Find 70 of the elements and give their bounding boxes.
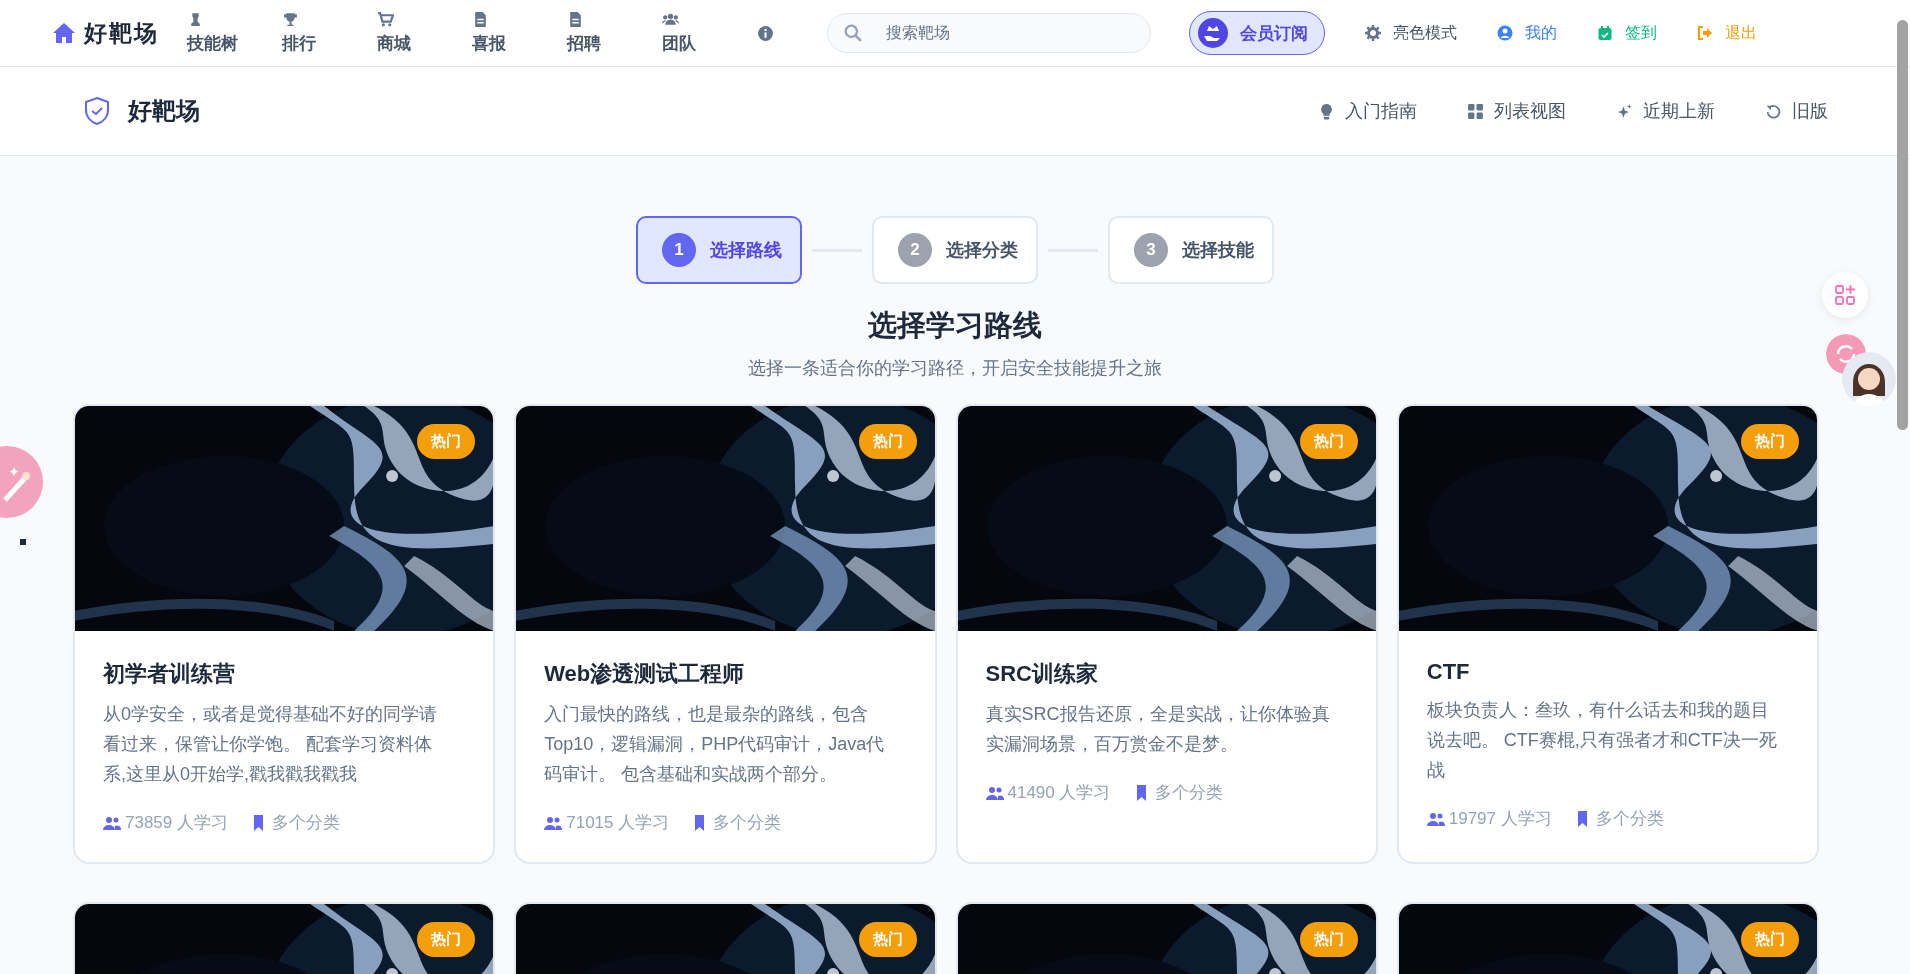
lightbulb-icon — [1318, 102, 1335, 120]
card-description: 从0学安全，或者是觉得基础不好的同学请看过来，保管让你学饱。 配套学习资料体系,这里从0开始学,戳我戳我戳我 — [103, 703, 438, 786]
logout-icon — [1697, 25, 1713, 41]
card-title: SRC训练家 — [985, 660, 1099, 688]
search-field[interactable]: 搜索靶场 — [827, 13, 1151, 53]
nav-item[interactable]: 技能树 — [187, 11, 282, 55]
route-card[interactable]: 热门 SRC训练家 真实SRC报告还原，全是实战，让你体验真实漏洞场景，百万赏金不是梦。 41490 人学习 多个分类 — [955, 404, 1378, 864]
step-number: 3 — [1134, 233, 1168, 267]
header-link[interactable]: 近期上新 — [1616, 99, 1715, 123]
step-number: 1 — [662, 233, 696, 267]
learner-count: 71015 人学习 — [566, 812, 670, 834]
category-label: 多个分类 — [1154, 782, 1223, 804]
shield-icon — [82, 96, 112, 126]
category-label: 多个分类 — [272, 812, 340, 834]
refresh-icon — [1765, 102, 1782, 120]
category-label: 多个分类 — [713, 812, 782, 834]
info-icon — [757, 24, 774, 42]
nav-item[interactable]: 招聘 — [567, 11, 662, 55]
learner-count: 19797 人学习 — [1448, 808, 1552, 830]
user-icon — [1497, 25, 1513, 41]
nav-item[interactable]: 排行 — [282, 11, 377, 55]
trophy-icon — [282, 11, 299, 28]
cart-icon — [377, 11, 394, 28]
nav-item[interactable]: 喜报 — [472, 11, 567, 55]
learner-count: 73859 人学习 — [125, 812, 228, 834]
document-icon — [472, 11, 489, 28]
apps-button[interactable] — [1822, 272, 1868, 318]
users-icon — [544, 814, 563, 831]
route-card[interactable]: 热门 初学者训练营 从0学安全，或者是觉得基础不好的同学请看过来，保管让你学饱。 配套学习资料体系,这里从0开始学,戳我戳我戳我 73859 人学习 多个分类 — [73, 404, 496, 864]
scrollbar[interactable] — [1897, 20, 1908, 430]
step-tab[interactable]: 1 选择路线 — [636, 216, 802, 284]
search-icon — [844, 24, 862, 42]
users-icon — [103, 814, 121, 831]
home-icon — [52, 22, 76, 44]
step-number: 2 — [898, 233, 932, 267]
header-link[interactable]: 旧版 — [1765, 99, 1828, 123]
card-description: 板块负责人：叁玖，有什么话去和我的题目说去吧。 CTF赛棍,只有强者才和CTF决一死战 — [1426, 699, 1777, 782]
card-title: CTF — [1426, 659, 1471, 685]
card-title: Web渗透测试工程师 — [544, 660, 746, 688]
site-logo[interactable]: 好靶场 — [84, 17, 159, 49]
step-tab[interactable]: 3 选择技能 — [1108, 216, 1274, 284]
step-tab[interactable]: 2 选择分类 — [872, 216, 1038, 284]
membership-button[interactable]: 会员订阅 — [1189, 11, 1325, 55]
route-card[interactable]: 热门 CTF 板块负责人：叁玖，有什么话去和我的题目说去吧。 CTF赛棍,只有强者才和CTF决一死战 19797 人学习 多个分类 — [1396, 404, 1819, 864]
card-title: 初学者训练营 — [103, 660, 236, 688]
section-subtitle: 选择一条适合你的学习路径，开启安全技能提升之旅 — [747, 357, 1163, 380]
document-icon — [567, 11, 584, 28]
users-icon — [985, 784, 1004, 801]
section-title: 选择学习路线 — [867, 308, 1043, 343]
settings-icon — [1365, 25, 1381, 41]
route-card[interactable]: 热门 Web渗透测试工程师 入门最快的路线，也是最杂的路线，包含Top10，逻辑漏洞，PHP代码审计，Java代码审计。 包含基础和实战两个部分。 71015 人学习 多个分类 — [514, 404, 937, 864]
learner-count: 41490 人学习 — [1007, 782, 1111, 804]
header-link[interactable]: 入门指南 — [1318, 99, 1417, 123]
nav-link[interactable]: 亮色模式 — [1365, 22, 1457, 44]
card-description: 入门最快的路线，也是最杂的路线，包含Top10，逻辑漏洞，PHP代码审计，Java代码审计。 包含基础和实战两个部分。 — [544, 703, 886, 786]
category-label: 多个分类 — [1595, 808, 1664, 830]
grid-icon — [1467, 102, 1484, 120]
sparkle-icon — [1616, 102, 1633, 120]
crown-hand-icon — [1198, 18, 1228, 48]
nav-link[interactable]: 我的 — [1497, 22, 1557, 44]
header-link[interactable]: 列表视图 — [1467, 99, 1566, 123]
nav-item[interactable]: 团队 — [662, 11, 757, 55]
users-icon — [1426, 810, 1445, 827]
calendar-icon — [1597, 25, 1613, 41]
apps-icon — [1833, 283, 1857, 307]
brand-title: 好靶场 — [128, 96, 200, 126]
users-icon — [662, 11, 679, 28]
avatar[interactable] — [1842, 352, 1896, 406]
nav-item[interactable]: 商城 — [377, 11, 472, 55]
card-description: 真实SRC报告还原，全是实战，让你体验真实漏洞场景，百万赏金不是梦。 — [985, 703, 1331, 756]
